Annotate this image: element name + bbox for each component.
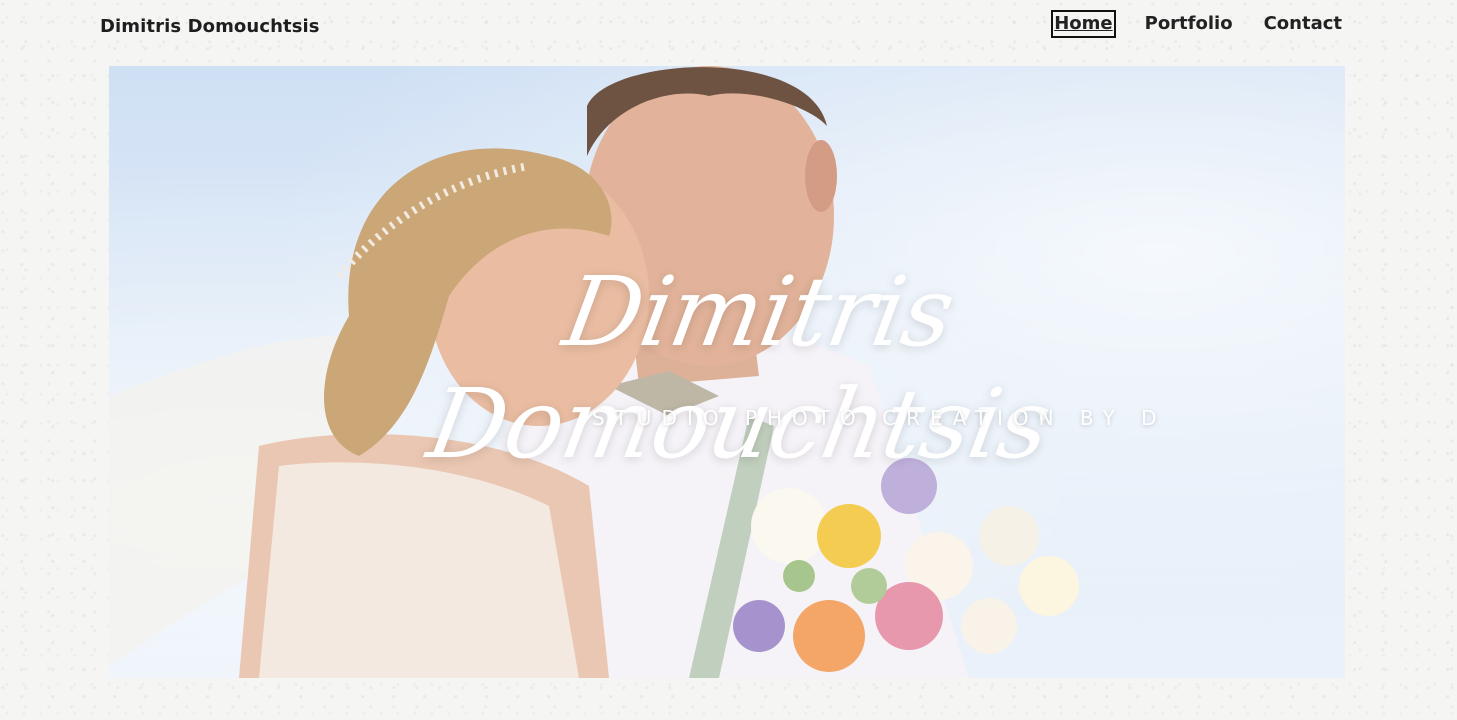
nav-home-link[interactable]: Home	[1051, 10, 1116, 38]
hero-script-title: Dimitris Domouchtsis	[420, 256, 1058, 480]
main-nav: Home Portfolio Contact	[1051, 10, 1344, 38]
site-header: Dimitris Domouchtsis Home Portfolio Cont…	[0, 0, 1457, 56]
nav-portfolio-link[interactable]: Portfolio	[1143, 11, 1235, 37]
site-title[interactable]: Dimitris Domouchtsis	[100, 16, 320, 37]
hero-tagline: STUDIO PHOTO CREATION BY D	[592, 406, 1167, 430]
nav-contact-link[interactable]: Contact	[1262, 11, 1344, 37]
hero-banner: Dimitris Domouchtsis STUDIO PHOTO CREATI…	[109, 66, 1345, 678]
